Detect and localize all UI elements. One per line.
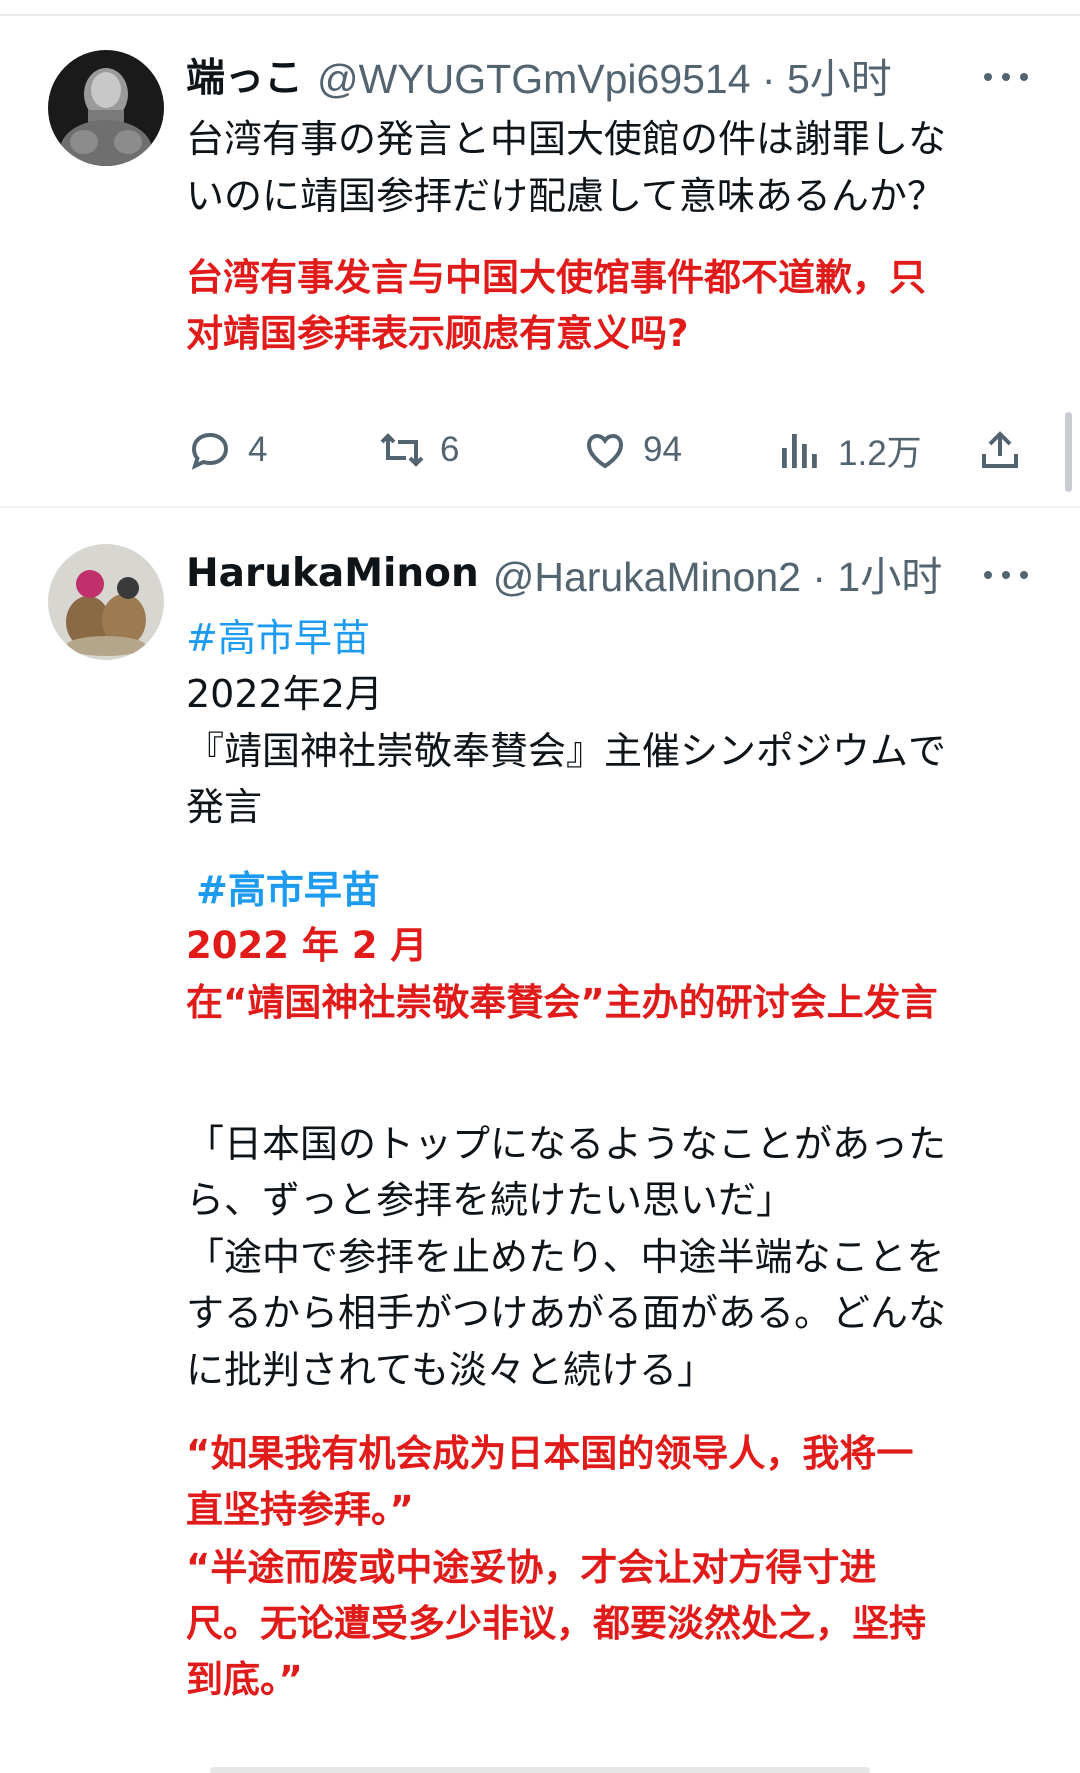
translation-line: 2022 年 2 月: [186, 924, 428, 967]
tweet-text-line: いのに靖国参拝だけ配慮して意味あるんか？: [186, 174, 945, 218]
heart-icon: [586, 433, 624, 469]
bottom-overlay-bar: [210, 1767, 870, 1773]
retweet-count: 6: [440, 430, 460, 469]
like-count: 94: [643, 430, 682, 469]
quote-line: 「途中で参拝を止めたり、中途半端なことを: [186, 1235, 945, 1279]
reply-icon: [191, 432, 229, 470]
quote-line: 「日本国のトップになるようなことがあった: [186, 1122, 947, 1166]
translation-line: 直坚持参拜。”: [186, 1488, 414, 1531]
timeline: 端っこ @WYUGTGmVpi69514 · 5小时 台湾有事の発言と中国大使館…: [0, 0, 1080, 1773]
retweet-button[interactable]: 6: [378, 420, 459, 480]
more-options-icon[interactable]: [984, 565, 1028, 585]
translation-line: 到底。”: [186, 1658, 303, 1701]
top-divider: [0, 14, 1080, 16]
translation-line: “如果我有机会成为日本国的领导人，我将一: [186, 1432, 914, 1475]
display-name[interactable]: 端っこ: [186, 47, 303, 103]
translation-line: 台湾有事发言与中国大使馆事件都不道歉，只: [186, 256, 926, 299]
tweet-header: 端っこ @WYUGTGmVpi69514 · 5小时: [186, 47, 1020, 103]
scrollbar[interactable]: [1065, 412, 1072, 492]
views-button[interactable]: 1.2万: [776, 420, 922, 480]
tweet-text-line: 2022年2月: [186, 672, 383, 716]
quote-line: ら、ずっと参拝を続けたい思いだ」: [186, 1178, 795, 1222]
avatar[interactable]: [48, 50, 164, 166]
action-bar: 4 6 94 1.2万: [186, 420, 1026, 480]
tweet-text-line: 発言: [186, 785, 263, 829]
reply-count: 4: [248, 430, 268, 469]
like-button[interactable]: 94: [581, 420, 682, 480]
tweet-divider: [0, 506, 1080, 508]
quote-line: に批判されても淡々と続ける」: [186, 1348, 715, 1392]
view-count: 1.2万: [838, 433, 922, 473]
tweet-header: HarukaMinon @HarukaMinon2 · 1小时: [186, 545, 1020, 601]
reply-button[interactable]: 4: [186, 420, 267, 480]
share-button[interactable]: [976, 420, 1038, 480]
tweet-text-line: 台湾有事の発言と中国大使館の件は謝罪しな: [186, 117, 947, 161]
translation-line: 对靖国参拜表示顾虑有意义吗?: [186, 312, 689, 355]
share-icon: [982, 431, 1018, 468]
handle-and-time[interactable]: @HarukaMinon2 · 1小时: [493, 543, 943, 603]
translation-hashtag[interactable]: #高市早苗: [196, 862, 1036, 919]
handle-and-time[interactable]: @WYUGTGmVpi69514 · 5小时: [317, 45, 892, 105]
translation-line: 尺。无论遭受多少非议，都要淡然处之，坚持: [186, 1602, 926, 1645]
analytics-icon: [782, 434, 817, 468]
quote-line: するから相手がつけあがる面がある。どんな: [186, 1291, 947, 1335]
display-name[interactable]: HarukaMinon: [186, 551, 479, 596]
hashtag-link[interactable]: #高市早苗: [186, 610, 1026, 667]
more-options-icon[interactable]: [984, 67, 1028, 87]
tweet-text-line: 『靖国神社崇敬奉賛会』主催シンポジウムで: [186, 729, 947, 773]
translation-line: 在“靖国神社崇敬奉賛会”主办的研讨会上发言: [186, 981, 938, 1024]
retweet-icon: [380, 433, 424, 467]
avatar[interactable]: [48, 544, 164, 660]
translation-line: “半途而废或中途妥协，才会让对方得寸进: [186, 1546, 877, 1589]
